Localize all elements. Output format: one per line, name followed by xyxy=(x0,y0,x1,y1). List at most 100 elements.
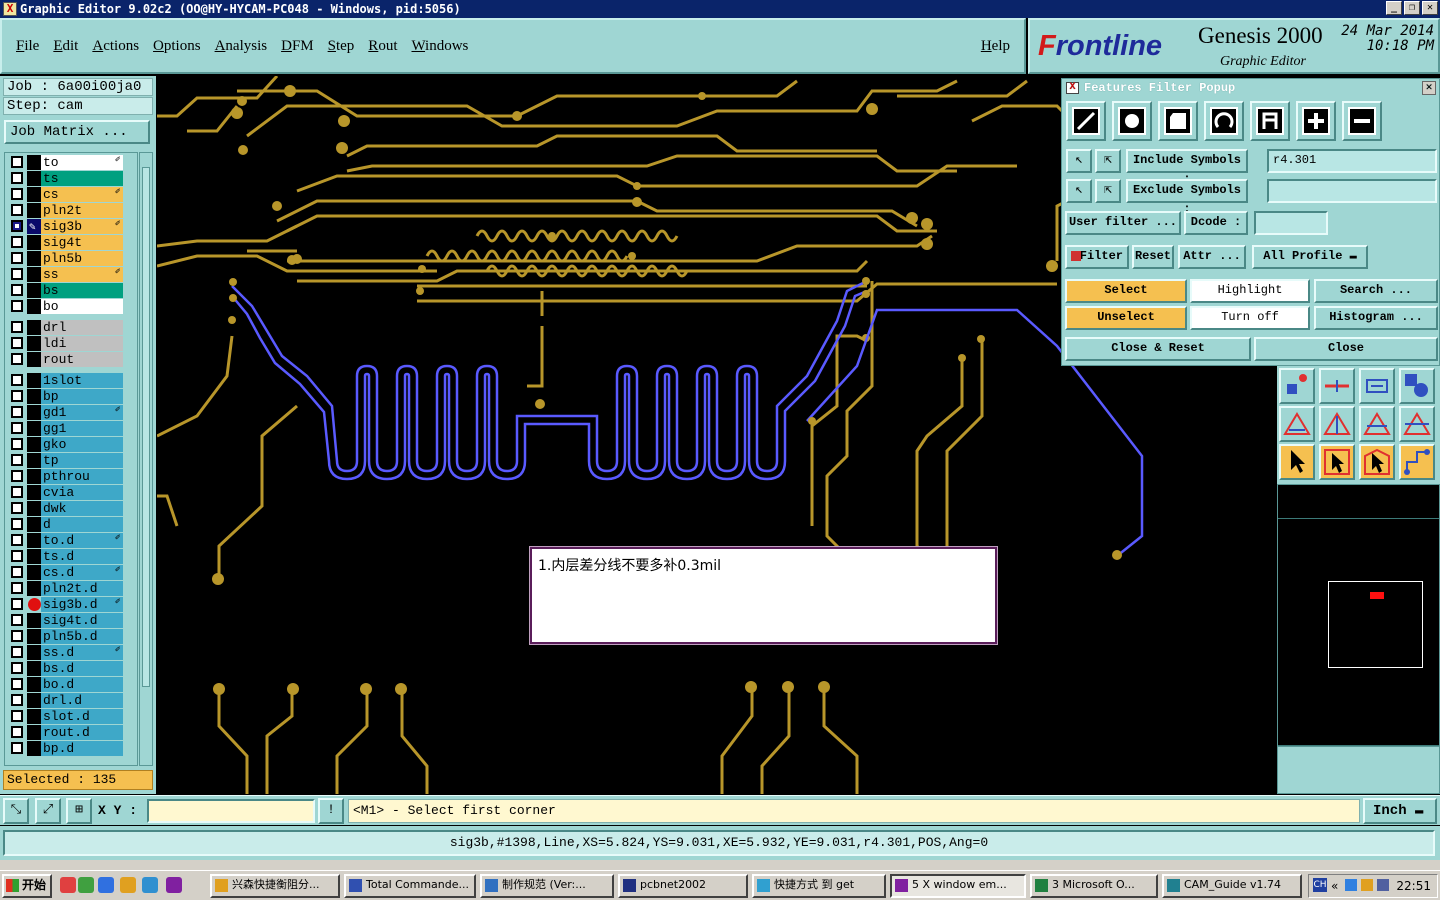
exclude-arrow-icon[interactable]: ↖ xyxy=(1066,179,1092,203)
zoom-window-icon[interactable]: ⤡ xyxy=(3,798,29,824)
layer-status-cell[interactable] xyxy=(27,352,41,367)
layer-row[interactable]: slot.d xyxy=(5,709,135,724)
layer-status-cell[interactable] xyxy=(27,155,41,170)
layer-status-cell[interactable] xyxy=(27,421,41,436)
triangle-resize-icon[interactable] xyxy=(1359,406,1395,442)
layer-scrollbar[interactable] xyxy=(139,152,153,766)
menu-dfm[interactable]: DFM xyxy=(281,38,314,55)
layer-status-cell[interactable] xyxy=(27,171,41,186)
layer-row[interactable]: pln2t xyxy=(5,203,135,218)
layer-checkbox[interactable] xyxy=(11,694,23,706)
layer-name[interactable]: bp.d xyxy=(41,741,123,756)
layer-checkbox[interactable] xyxy=(11,598,23,610)
layer-checkbox[interactable] xyxy=(11,374,23,386)
tray-icon-3[interactable] xyxy=(1377,879,1389,891)
close-reset-button[interactable]: Close & Reset xyxy=(1065,337,1251,361)
layer-status-cell[interactable] xyxy=(27,645,41,660)
break-line-icon[interactable] xyxy=(1319,368,1355,404)
filter-line-type-button[interactable] xyxy=(1066,101,1106,141)
layer-checkbox[interactable] xyxy=(11,252,23,264)
snap-icon[interactable]: ⤢ xyxy=(35,798,61,824)
menu-options[interactable]: Options xyxy=(153,38,201,55)
dcode-field[interactable] xyxy=(1254,211,1328,235)
highlight-button[interactable]: Highlight xyxy=(1190,279,1310,303)
layer-name[interactable]: cvia xyxy=(41,485,123,500)
layer-status-cell[interactable] xyxy=(27,235,41,250)
triangle-move-icon[interactable] xyxy=(1279,406,1315,442)
layer-name[interactable]: sig4t xyxy=(41,235,123,250)
popup-close-icon[interactable]: ✕ xyxy=(1422,81,1436,95)
layer-checkbox[interactable] xyxy=(11,268,23,280)
layer-row[interactable]: ss.d ✐ xyxy=(5,645,135,660)
layer-row[interactable]: bo xyxy=(5,299,135,314)
layer-status-cell[interactable]: ✎ xyxy=(27,219,41,234)
layer-name[interactable]: drl.d xyxy=(41,693,123,708)
reset-button[interactable]: Reset xyxy=(1132,245,1174,269)
layer-status-cell[interactable] xyxy=(27,405,41,420)
menu-file[interactable]: File xyxy=(16,38,39,55)
layer-row[interactable]: sig3b.d ✐ xyxy=(5,597,135,612)
layer-status-cell[interactable] xyxy=(27,437,41,452)
restore-button[interactable]: ❐ xyxy=(1404,1,1420,15)
menu-help[interactable]: Help xyxy=(981,38,1010,55)
taskbar-task[interactable]: 3 Microsoft O... xyxy=(1030,874,1158,898)
layer-checkbox[interactable] xyxy=(11,582,23,594)
layer-status-cell[interactable] xyxy=(27,629,41,644)
layer-status-cell[interactable] xyxy=(27,299,41,314)
layer-row[interactable]: drl xyxy=(5,320,135,335)
layer-status-cell[interactable] xyxy=(27,485,41,500)
layer-row[interactable]: ldi xyxy=(5,336,135,351)
layer-row[interactable]: ✎ sig3b ✐ xyxy=(5,219,135,234)
layer-row[interactable]: bp xyxy=(5,389,135,404)
filter-pad-type-button[interactable] xyxy=(1112,101,1152,141)
layer-name[interactable]: to xyxy=(41,155,123,170)
layer-name[interactable]: gko xyxy=(41,437,123,452)
profile-dropdown[interactable]: All Profile ▬ xyxy=(1252,245,1368,269)
net-select-icon[interactable] xyxy=(1399,444,1435,480)
layer-row[interactable]: bp.d xyxy=(5,741,135,756)
layer-status-cell[interactable] xyxy=(27,453,41,468)
menu-step[interactable]: Step xyxy=(328,38,355,55)
layer-name[interactable]: drl xyxy=(41,320,123,335)
layer-status-cell[interactable] xyxy=(27,320,41,335)
layer-name[interactable]: sig3b xyxy=(41,219,123,234)
menu-actions[interactable]: Actions xyxy=(92,38,139,55)
layer-checkbox[interactable] xyxy=(11,236,23,248)
layer-checkbox[interactable] xyxy=(11,390,23,402)
layer-status-cell[interactable] xyxy=(27,693,41,708)
layer-status-cell[interactable] xyxy=(27,709,41,724)
layer-row[interactable]: cs ✐ xyxy=(5,187,135,202)
layer-status-cell[interactable] xyxy=(27,677,41,692)
layer-row[interactable]: sig4t.d xyxy=(5,613,135,628)
include-arrow-icon[interactable]: ↖ xyxy=(1066,149,1092,173)
layer-checkbox[interactable] xyxy=(11,646,23,658)
layer-row[interactable]: bs.d xyxy=(5,661,135,676)
taskbar-task[interactable]: 制作规范 (Ver:... xyxy=(480,874,614,898)
taskbar-task[interactable]: pcbnet2002 xyxy=(618,874,748,898)
layer-row[interactable]: pln5b.d xyxy=(5,629,135,644)
xy-input[interactable] xyxy=(147,799,315,823)
measure-icon[interactable] xyxy=(1359,368,1395,404)
layer-name[interactable]: slot.d xyxy=(41,709,123,724)
layer-name[interactable]: bp xyxy=(41,389,123,404)
include-arrow2-icon[interactable]: ⇱ xyxy=(1095,149,1121,173)
layer-status-cell[interactable] xyxy=(27,517,41,532)
histogram-button[interactable]: Histogram ... xyxy=(1314,306,1438,330)
taskbar-task[interactable]: 快捷方式 到 get xyxy=(752,874,886,898)
search-button[interactable]: Search ... xyxy=(1314,279,1438,303)
layer-checkbox[interactable] xyxy=(11,534,23,546)
exclude-arrow2-icon[interactable]: ⇱ xyxy=(1095,179,1121,203)
layer-checkbox[interactable] xyxy=(11,300,23,312)
layer-name[interactable]: ldi xyxy=(41,336,123,351)
layer-name[interactable]: ts xyxy=(41,171,123,186)
layer-name[interactable]: rout xyxy=(41,352,123,367)
layer-checkbox[interactable] xyxy=(11,188,23,200)
exclude-symbols-button[interactable]: Exclude Symbols : xyxy=(1126,179,1248,216)
components-icon[interactable] xyxy=(1399,368,1435,404)
layer-status-cell[interactable] xyxy=(27,373,41,388)
x-window-icon[interactable] xyxy=(166,877,182,893)
layer-row[interactable]: rout xyxy=(5,352,135,367)
tray-icon-1[interactable] xyxy=(1345,879,1357,891)
menu-edit[interactable]: Edit xyxy=(53,38,78,55)
layer-checkbox[interactable] xyxy=(11,454,23,466)
